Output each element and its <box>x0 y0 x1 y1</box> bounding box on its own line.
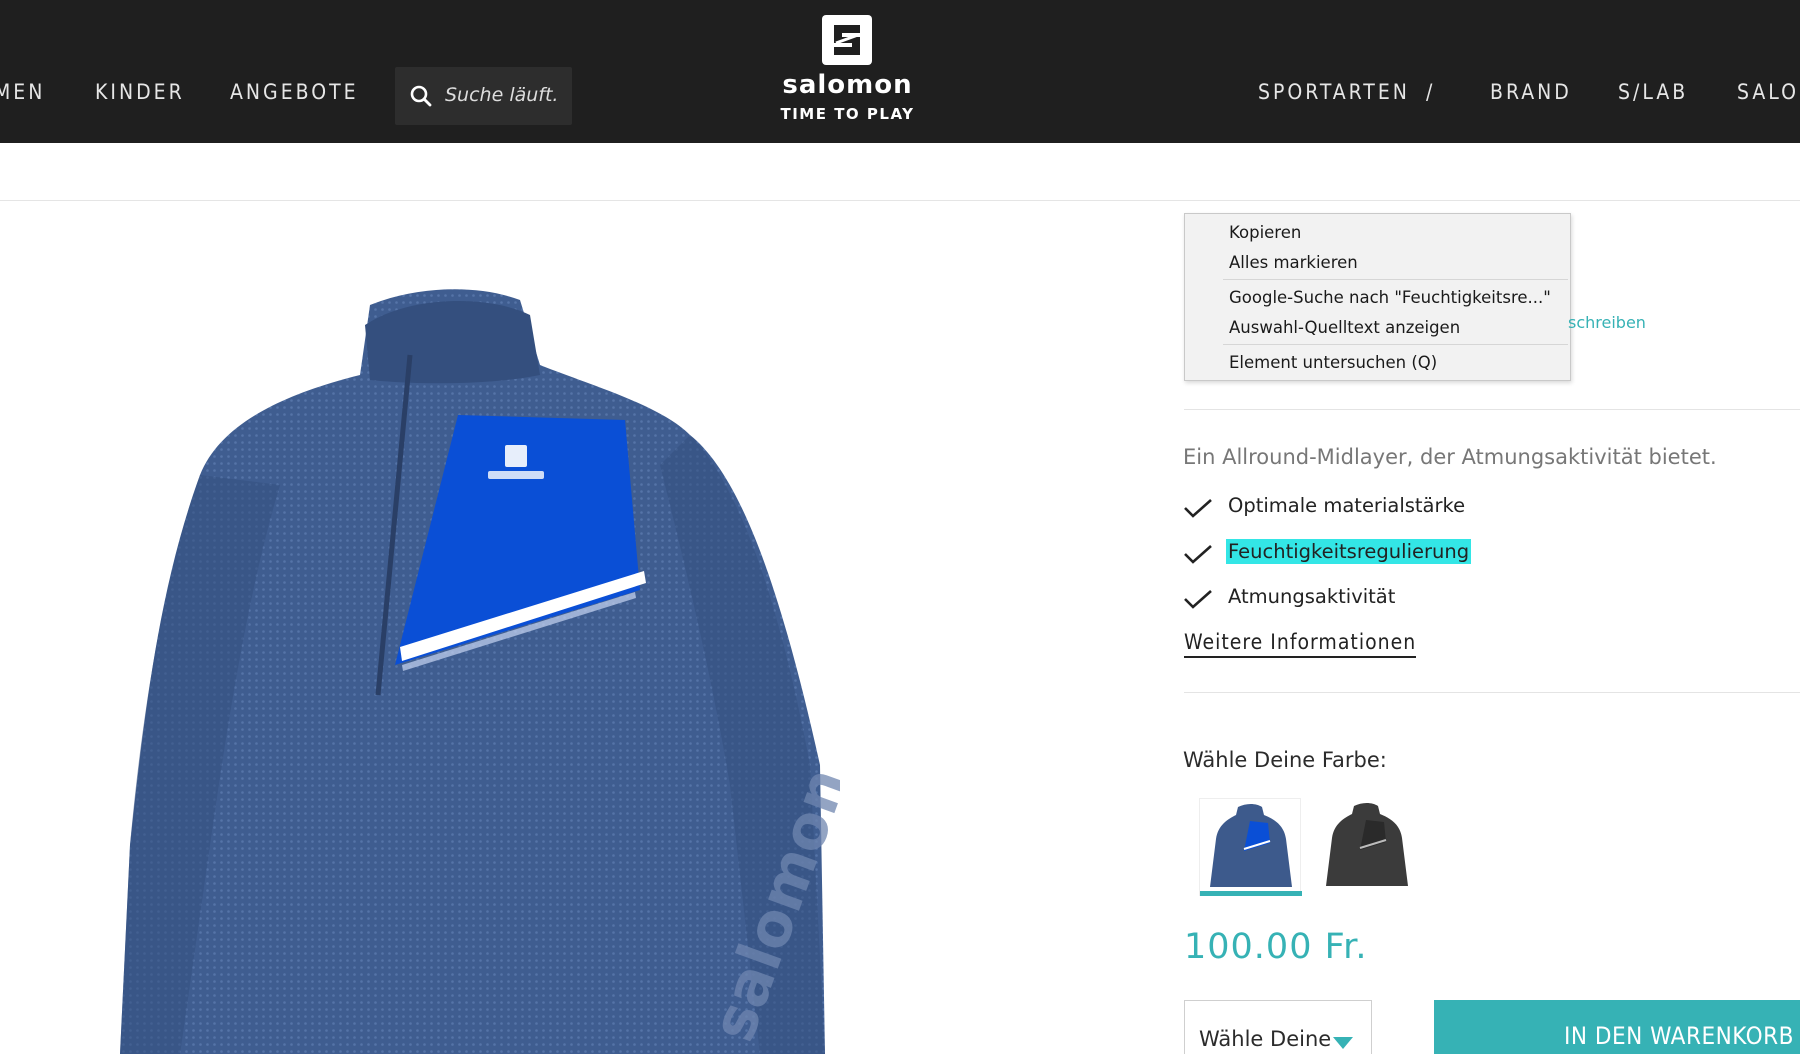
context-menu-google-search[interactable]: Google-Suche nach "Feuchtigkeitsre..." <box>1229 288 1551 307</box>
nav-item-men[interactable]: MEN <box>0 80 45 104</box>
context-menu-inspect-element[interactable]: Element untersuchen (Q) <box>1229 353 1437 372</box>
product-image[interactable]: salomon <box>120 285 861 1054</box>
breadcrumb-bar <box>0 143 1800 201</box>
context-menu: Kopieren Alles markieren Google-Suche na… <box>1184 213 1571 381</box>
logo-wordmark: salomon <box>782 70 913 100</box>
context-menu-copy[interactable]: Kopieren <box>1229 223 1301 242</box>
search-placeholder: Suche läuft. <box>445 84 559 106</box>
checkmark-icon <box>1184 545 1212 564</box>
add-to-cart-label: IN DEN WARENKORB <box>1564 1022 1794 1050</box>
nav-item-kinder[interactable]: KINDER <box>95 80 185 104</box>
color-swatch-grey[interactable] <box>1316 798 1418 896</box>
more-info-link[interactable]: Weitere Informationen <box>1184 630 1417 658</box>
feature-label: Atmungsaktivität <box>1228 585 1396 608</box>
color-heading: Wähle Deine Farbe: <box>1183 748 1387 772</box>
write-review-link[interactable]: schreiben <box>1568 313 1646 332</box>
nav-separator: / <box>1426 80 1436 104</box>
logo-tagline: TIME TO PLAY <box>780 105 915 123</box>
context-menu-divider <box>1223 279 1568 280</box>
logo-s-mark-icon <box>822 15 872 65</box>
nav-item-brand[interactable]: BRAND <box>1490 80 1572 104</box>
search-icon <box>410 85 432 107</box>
feature-label: Optimale materialstärke <box>1228 494 1466 517</box>
color-swatch-navy[interactable] <box>1199 798 1302 896</box>
product-price: 100.00 Fr. <box>1184 927 1368 967</box>
nav-item-salomon[interactable]: SALOM <box>1737 80 1800 104</box>
size-select-label: Wähle Deine <box>1199 1027 1332 1051</box>
checkmark-icon <box>1184 590 1212 609</box>
context-menu-divider <box>1223 344 1568 345</box>
nav-item-slab[interactable]: S/LAB <box>1618 80 1688 104</box>
context-menu-view-selection-source[interactable]: Auswahl-Quelltext anzeigen <box>1229 318 1460 337</box>
checkmark-icon <box>1184 499 1212 518</box>
selected-indicator <box>1200 891 1302 896</box>
product-description: Ein Allround-Midlayer, der Atmungsaktivi… <box>1183 445 1717 469</box>
nav-item-sportarten[interactable]: SPORTARTEN <box>1258 80 1410 104</box>
nav-item-angebote[interactable]: ANGEBOTE <box>230 80 359 104</box>
brand-logo[interactable]: salomon TIME TO PLAY <box>775 15 920 125</box>
size-select[interactable]: Wähle Deine <box>1184 1000 1372 1054</box>
divider <box>1184 692 1800 693</box>
site-header: MEN KINDER ANGEBOTE Suche läuft. salomon… <box>0 0 1800 143</box>
add-to-cart-button[interactable]: IN DEN WARENKORB <box>1434 1000 1800 1054</box>
context-menu-select-all[interactable]: Alles markieren <box>1229 253 1358 272</box>
chevron-down-icon <box>1333 1037 1353 1049</box>
search-input[interactable]: Suche läuft. <box>395 67 572 125</box>
divider <box>1184 409 1800 410</box>
feature-label-selected: Feuchtigkeitsregulierung <box>1226 539 1472 564</box>
